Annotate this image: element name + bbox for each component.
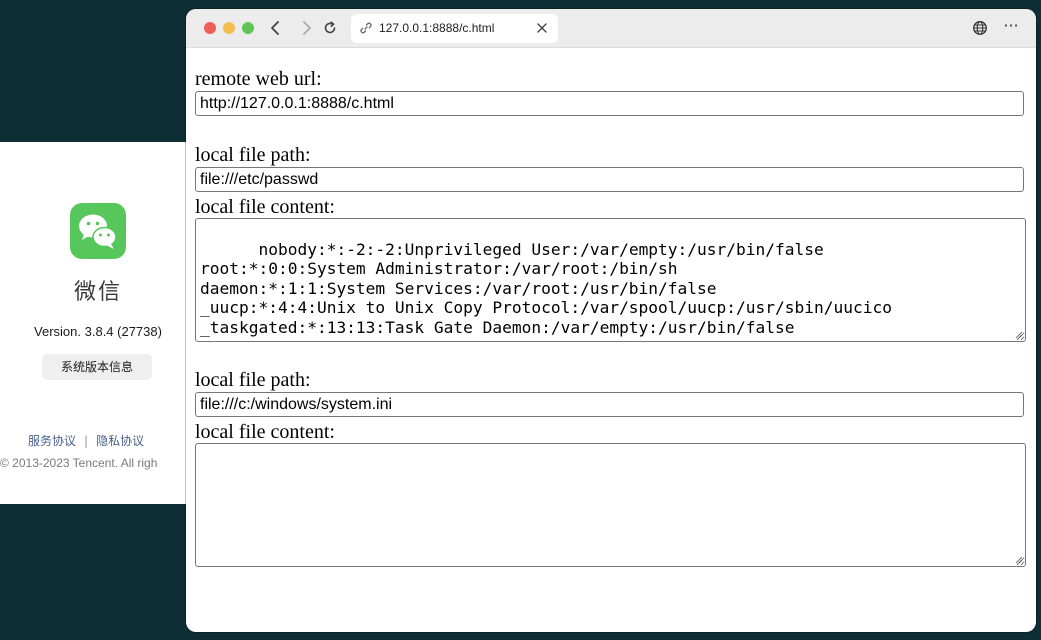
app-name: 微信 — [73, 280, 122, 305]
title-bar: 127.0.0.1:8888/c.html ··· — [186, 9, 1036, 48]
wechat-about-window: 微信 Version. 3.8.4 (27738) 系统版本信息 服务协议 | 隐私… — [0, 142, 200, 504]
page-content: remote web url: local file path: local f… — [186, 48, 1036, 632]
back-button[interactable] — [266, 18, 286, 38]
terms-link[interactable]: 服务协议 — [28, 434, 76, 448]
reload-button[interactable] — [320, 18, 340, 38]
file-content-text: nobody:*:-2:-2:Unprivileged User:/var/em… — [200, 239, 892, 341]
privacy-link[interactable]: 隐私协议 — [96, 434, 144, 448]
local-file-content-textarea[interactable]: nobody:*:-2:-2:Unprivileged User:/var/em… — [195, 218, 1026, 342]
system-info-button[interactable]: 系统版本信息 — [42, 354, 152, 380]
local-file-path-label: local file path: — [195, 144, 311, 166]
forward-button[interactable] — [296, 18, 316, 38]
version-text: Version. 3.8.4 (27738) — [34, 324, 162, 339]
zoom-window-button[interactable] — [242, 22, 254, 34]
resize-grip-icon-2[interactable] — [1014, 555, 1023, 564]
reload-icon — [324, 21, 336, 34]
wechat-logo-icon — [70, 203, 126, 259]
chevron-right-icon — [303, 21, 311, 35]
local-file-path-input-2[interactable] — [195, 392, 1024, 417]
link-icon — [360, 22, 372, 34]
remote-url-input[interactable] — [195, 91, 1024, 116]
local-file-path-input[interactable] — [195, 167, 1024, 192]
browser-window: 127.0.0.1:8888/c.html ··· remote web url… — [186, 9, 1036, 632]
remote-url-label: remote web url: — [195, 68, 322, 90]
globe-icon[interactable] — [972, 20, 988, 36]
local-file-path-label-2: local file path: — [195, 369, 311, 391]
local-file-content-label-2: local file content: — [195, 421, 335, 443]
local-file-content-label: local file content: — [195, 196, 335, 218]
copyright-text: © 2013-2023 Tencent. All righ — [0, 456, 158, 470]
local-file-content-textarea-2[interactable] — [195, 443, 1026, 567]
link-separator: | — [84, 434, 89, 448]
close-window-button[interactable] — [204, 22, 216, 34]
chevron-left-icon — [271, 21, 279, 35]
close-icon[interactable] — [537, 23, 547, 33]
resize-grip-icon[interactable] — [1014, 330, 1023, 339]
tab-url: 127.0.0.1:8888/c.html — [379, 21, 495, 35]
minimize-window-button[interactable] — [223, 22, 235, 34]
more-options-button[interactable]: ··· — [1000, 17, 1022, 37]
browser-tab[interactable]: 127.0.0.1:8888/c.html — [351, 14, 558, 43]
